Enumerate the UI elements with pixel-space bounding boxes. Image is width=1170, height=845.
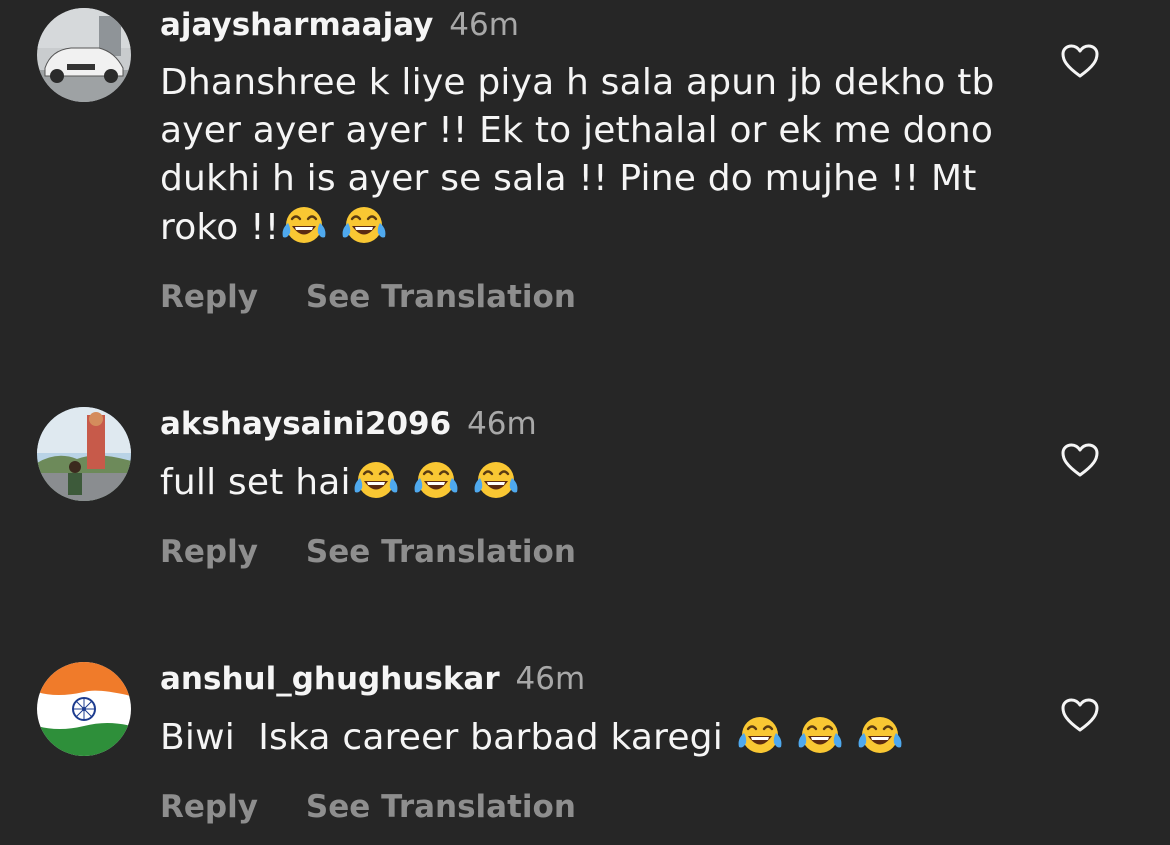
face-with-tears-of-joy-icon xyxy=(339,203,389,247)
username[interactable]: anshul_ghughuskar xyxy=(160,661,500,697)
comment-actions: Reply See Translation xyxy=(160,787,576,827)
comment-text: Biwi Iska career barbad karegi xyxy=(160,713,1000,762)
comment-text: full set hai xyxy=(160,458,1000,507)
heart-outline-icon[interactable] xyxy=(1060,697,1100,733)
statue-photo-avatar-image xyxy=(37,407,131,501)
face-with-tears-of-joy-icon xyxy=(795,713,845,757)
see-translation-button[interactable]: See Translation xyxy=(306,789,576,825)
face-with-tears-of-joy-icon xyxy=(855,713,905,757)
heart-outline-icon[interactable] xyxy=(1060,43,1100,79)
comment-actions: Reply See Translation xyxy=(160,277,576,317)
face-with-tears-of-joy-icon xyxy=(351,458,401,502)
heart-outline-icon[interactable] xyxy=(1060,442,1100,478)
comment-list: ajaysharmaajay 46m Dhanshree k liye piya… xyxy=(0,0,1170,845)
face-with-tears-of-joy-icon xyxy=(471,458,521,502)
comment-body: full set hai xyxy=(160,462,351,503)
face-with-tears-of-joy-icon xyxy=(411,458,461,502)
timestamp: 46m xyxy=(449,7,519,43)
reply-button[interactable]: Reply xyxy=(160,279,258,315)
car-photo-avatar-image xyxy=(37,8,131,102)
comment-item: ajaysharmaajay 46m Dhanshree k liye piya… xyxy=(0,0,1170,330)
reply-button[interactable]: Reply xyxy=(160,789,258,825)
timestamp: 46m xyxy=(515,661,586,697)
comment-text: Dhanshree k liye piya h sala apun jb dek… xyxy=(160,59,1000,252)
comment-header: ajaysharmaajay 46m xyxy=(160,5,519,45)
comment-header: akshaysaini2096 46m xyxy=(160,404,537,444)
comment-item: akshaysaini2096 46m full set hai Reply Se… xyxy=(0,400,1170,590)
comment-header: anshul_ghughuskar 46m xyxy=(160,659,585,699)
avatar[interactable] xyxy=(37,662,131,756)
username[interactable]: ajaysharmaajay xyxy=(160,7,433,43)
see-translation-button[interactable]: See Translation xyxy=(306,279,576,315)
avatar[interactable] xyxy=(37,407,131,501)
face-with-tears-of-joy-icon xyxy=(735,713,785,757)
comment-body: Biwi Iska career barbad karegi xyxy=(160,717,735,758)
username[interactable]: akshaysaini2096 xyxy=(160,406,451,442)
comment-actions: Reply See Translation xyxy=(160,532,576,572)
timestamp: 46m xyxy=(467,406,537,442)
india-flag-avatar-image xyxy=(37,662,131,756)
avatar[interactable] xyxy=(37,8,131,102)
reply-button[interactable]: Reply xyxy=(160,534,258,570)
face-with-tears-of-joy-icon xyxy=(279,203,329,247)
comment-item: anshul_ghughuskar 46m Biwi Iska career b… xyxy=(0,655,1170,845)
see-translation-button[interactable]: See Translation xyxy=(306,534,576,570)
